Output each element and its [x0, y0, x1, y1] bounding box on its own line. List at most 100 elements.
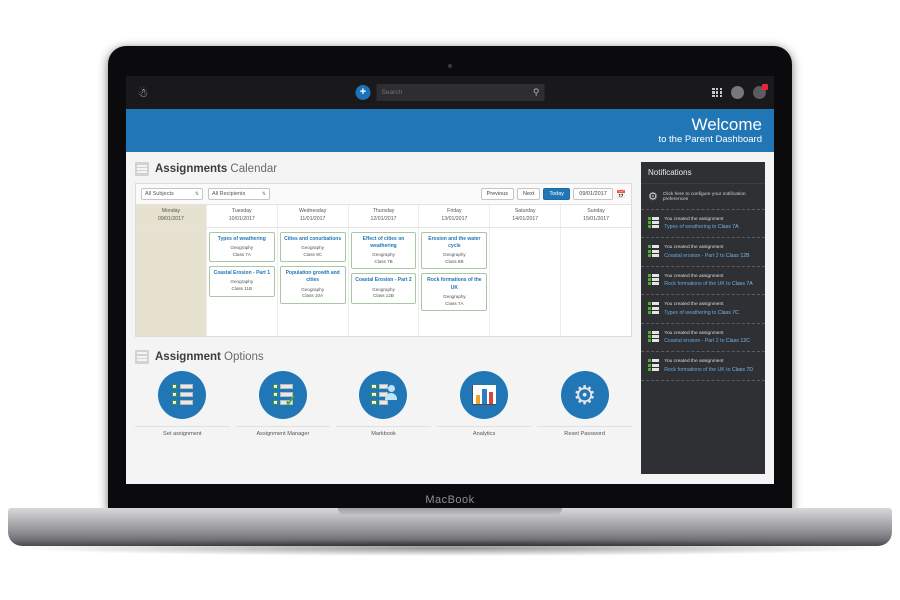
notification-assignment[interactable]: Types of weathering — [664, 310, 710, 316]
day-date: 15/01/2017 — [583, 215, 610, 222]
tick-icon: ✓ — [284, 392, 297, 410]
today-button[interactable]: Today — [543, 188, 571, 200]
notification-item[interactable]: You created the assignment Types of weat… — [641, 210, 765, 239]
day-name: Thursday — [372, 208, 395, 214]
assignment-title: Types of weathering — [217, 235, 266, 242]
day-column[interactable] — [561, 228, 631, 336]
recipient-filter[interactable]: All Recipients ⇅ — [208, 188, 270, 200]
notifications-panel: Notifications ⚙ Click here to configure … — [641, 162, 765, 474]
day-column[interactable] — [490, 227, 562, 336]
assignment-card[interactable]: Effect of cities on weathering Geography… — [350, 231, 417, 270]
notification-assignment[interactable]: Coastal erosion - Part 2 — [664, 253, 719, 259]
option-set-assignment[interactable]: ✓ ✓ ✓ Set assignment — [135, 370, 230, 437]
previous-button[interactable]: Previous — [480, 188, 515, 200]
search-icon[interactable]: ⚲ — [533, 87, 540, 98]
option-label: Reset Password — [537, 425, 632, 437]
notification-preferences-link[interactable]: ⚙ Click here to configure your notificat… — [641, 184, 765, 210]
option-markbook[interactable]: ✓ ✓ ✓ Markbook — [336, 370, 431, 437]
notification-text: You created the assignment — [664, 359, 724, 365]
day-header: Sunday 15/01/2017 — [561, 205, 631, 227]
notification-link: Rock formations of the UK to Class 7A — [664, 280, 753, 288]
assignment-card[interactable]: Types of weathering Geography Class 7A — [208, 231, 275, 263]
welcome-banner: Welcome to the Parent Dashboard — [126, 109, 774, 152]
checklist-person-icon[interactable]: ✓ ✓ ✓ — [359, 370, 408, 419]
webcam-icon — [448, 64, 452, 68]
alerts-icon[interactable] — [753, 84, 768, 99]
apps-grid-icon[interactable] — [712, 87, 722, 98]
day-name: Monday — [161, 208, 181, 214]
day-column[interactable]: Effect of cities on weathering Geography… — [349, 227, 420, 336]
assignment-icon — [648, 301, 660, 314]
calendar-toolbar: All Subjects ⇅ All Recipients ⇅ Previous… — [136, 184, 631, 205]
notification-item[interactable]: You created the assignment Rock formatio… — [641, 352, 765, 381]
dashboard-body: Assignments Calendar All Subjects ⇅ All … — [126, 152, 774, 484]
day-date: 13/01/2017 — [441, 215, 468, 222]
notification-item[interactable]: You created the assignment Coastal erosi… — [641, 238, 765, 267]
notification-class[interactable]: Class 7A — [718, 224, 739, 230]
next-button[interactable]: Next — [517, 188, 541, 200]
notification-item[interactable]: You created the assignment Coastal erosi… — [641, 324, 765, 353]
assignment-subject: Geography — [230, 279, 254, 285]
top-navigation-bar: ☃ + ⚲ — [126, 76, 774, 109]
notification-class[interactable]: Class 12C — [726, 338, 750, 344]
calendar-day-headers: Monday 09/01/2017 Tuesday 10/01/2017 Wed… — [136, 205, 631, 228]
assignment-class: Class 10A — [302, 293, 324, 299]
day-header: Wednesday 11/01/2017 — [278, 205, 349, 227]
assignment-card[interactable]: Rock formations of the UK Geography Clas… — [421, 273, 488, 312]
assignment-icon — [648, 330, 660, 343]
date-input[interactable]: 09/01/2017 — [573, 188, 614, 200]
calendar-picker-icon[interactable]: 📅 — [616, 190, 626, 199]
subject-filter[interactable]: All Subjects ⇅ — [141, 188, 203, 200]
assignment-card[interactable]: Erosion and the water cycle Geography Cl… — [421, 231, 488, 270]
option-analytics[interactable]: Analytics — [436, 370, 532, 437]
assignment-card[interactable]: Coastal Erosion - Part 2 Geography Class… — [350, 273, 417, 304]
calendar-nav-group: Previous Next Today 09/01/2017 📅 — [480, 188, 626, 200]
assignment-title: Cities and conurbations — [284, 235, 342, 242]
day-header: Monday 09/01/2017 — [136, 205, 207, 227]
options-section-header: Assignment Options — [135, 349, 632, 364]
option-assignment-manager[interactable]: ✓ ✓ ✓ ✓ Assignment Manager — [235, 370, 331, 437]
assignment-subject: Geography — [372, 252, 395, 258]
notification-assignment[interactable]: Coastal erosion - Part 2 — [664, 338, 719, 344]
assignment-card[interactable]: Population growth and cities Geography C… — [279, 266, 346, 304]
option-reset-password[interactable]: ⚙ Reset Password — [537, 370, 632, 437]
search-input[interactable] — [381, 89, 531, 96]
notification-item[interactable]: You created the assignment Rock formatio… — [641, 267, 765, 296]
notification-assignment[interactable]: Types of weathering — [664, 224, 710, 230]
option-label: Assignment Manager — [235, 425, 331, 437]
search-box[interactable]: ⚲ — [376, 84, 545, 101]
avatar[interactable] — [731, 86, 744, 99]
options-title-light: Options — [224, 350, 264, 363]
notification-link: Coastal erosion - Part 2 to Class 12C — [664, 337, 750, 345]
assignment-card[interactable]: Coastal Erosion - Part 1 Geography Class… — [208, 266, 275, 297]
day-column[interactable]: Cities and conurbations Geography Class … — [278, 227, 349, 336]
notification-text: You created the assignment — [664, 302, 724, 308]
notification-assignment[interactable]: Rock formations of the UK — [664, 367, 725, 373]
assignment-card[interactable]: Cities and conurbations Geography Class … — [279, 231, 346, 263]
day-date: 09/01/2017 — [157, 215, 184, 222]
notification-class[interactable]: Class 7A — [732, 281, 753, 287]
gear-icon[interactable]: ⚙ — [560, 370, 609, 419]
assignment-title: Effect of cities on weathering — [362, 235, 405, 249]
day-column[interactable]: Types of weathering Geography Class 7A C… — [207, 227, 278, 336]
day-header: Saturday 14/01/2017 — [490, 205, 562, 227]
notification-class[interactable]: Class 7C — [718, 310, 739, 316]
notification-item[interactable]: You created the assignment Types of weat… — [641, 295, 765, 324]
notification-assignment[interactable]: Rock formations of the UK — [664, 281, 725, 287]
notification-link: Coastal erosion - Part 2 to Class 12B — [664, 252, 749, 260]
day-date: 11/01/2017 — [299, 215, 326, 222]
assignment-title: Rock formations of the UK — [427, 277, 482, 291]
logo-icon[interactable]: ☃ — [126, 86, 160, 100]
checklist-icon[interactable]: ✓ ✓ ✓ — [158, 370, 207, 419]
bar-chart-icon[interactable] — [460, 370, 509, 419]
page-subtitle: to the Parent Dashboard — [658, 133, 762, 145]
add-button[interactable]: + — [355, 85, 371, 100]
day-column[interactable]: Erosion and the water cycle Geography Cl… — [419, 227, 491, 336]
checklist-tick-icon[interactable]: ✓ ✓ ✓ ✓ — [258, 370, 307, 419]
notification-class[interactable]: Class 12B — [726, 253, 750, 259]
assignment-options-section: Assignment Options ✓ ✓ ✓ Set assignment … — [135, 349, 632, 437]
notification-class[interactable]: Class 7D — [732, 367, 753, 373]
notification-to: to — [710, 224, 718, 231]
assignment-title: Population growth and cities — [285, 270, 340, 284]
day-column[interactable] — [136, 227, 207, 336]
